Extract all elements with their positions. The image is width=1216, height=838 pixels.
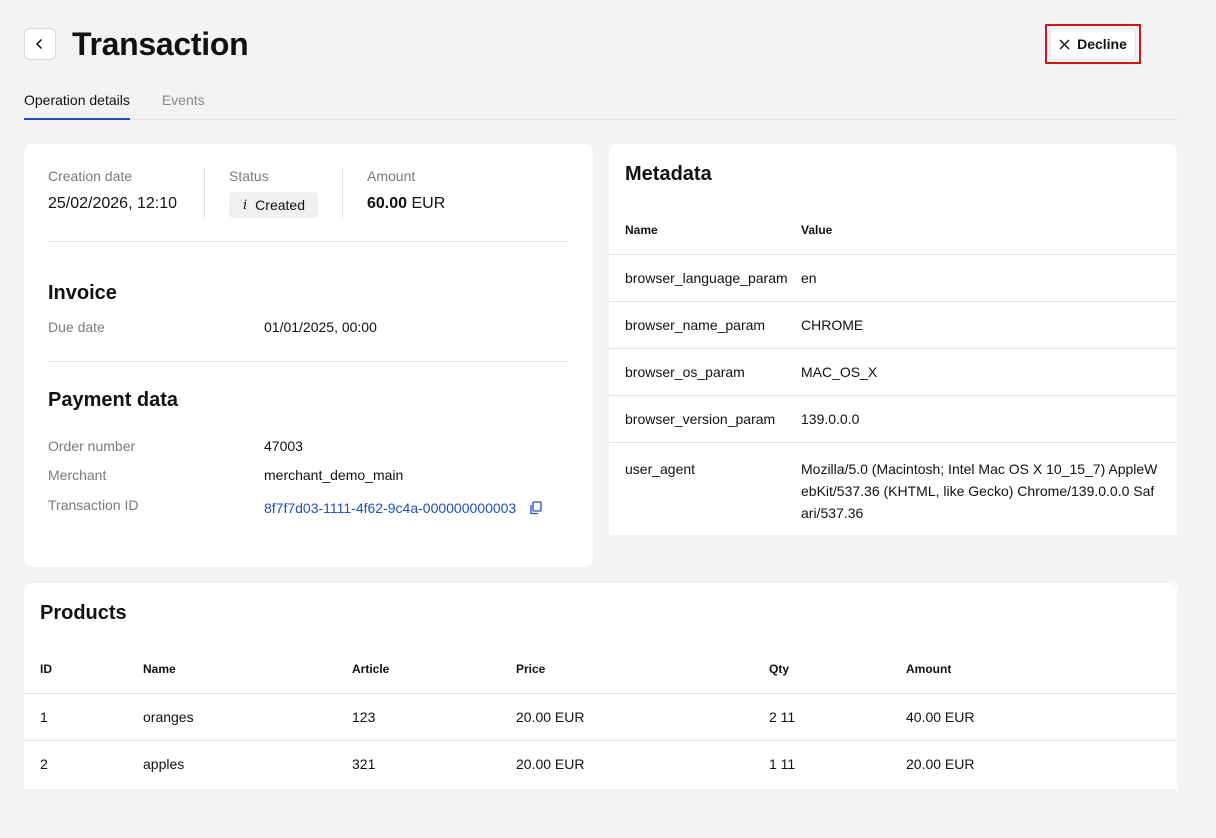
metadata-name: browser_language_param (609, 253, 801, 301)
product-article: 321 (352, 739, 516, 787)
amount-label: Amount (367, 168, 416, 184)
transaction-id-link[interactable]: 8f7f7d03-1111-4f62-9c4a-000000000003 (264, 499, 516, 517)
product-price: 20.00 EUR (516, 739, 769, 787)
column-header-value: Value (801, 222, 833, 237)
metadata-card: Metadata Name Value browser_language_par… (609, 144, 1177, 535)
column-header-name: Name (625, 222, 658, 237)
column-header-amount: Amount (906, 661, 952, 676)
divider (48, 361, 569, 362)
merchant-value: merchant_demo_main (264, 467, 404, 483)
page-header: Transaction Decline (24, 24, 1176, 64)
decline-label: Decline (1077, 36, 1127, 52)
tab-operation-details[interactable]: Operation details (24, 88, 130, 120)
column-header-article: Article (352, 661, 390, 676)
metadata-name: browser_os_param (609, 347, 801, 395)
info-icon: i (243, 197, 248, 213)
product-amount: 40.00 EUR (906, 692, 1177, 740)
creation-date-label: Creation date (48, 168, 133, 184)
table-row: browser_language_param en (609, 253, 1177, 301)
metadata-name: user_agent (609, 441, 801, 533)
metadata-table: Name Value browser_language_param en bro… (609, 206, 1177, 533)
amount-display: 60.00 EUR (367, 194, 445, 214)
table-row: browser_os_param MAC_OS_X (609, 347, 1177, 395)
product-name: oranges (143, 692, 352, 740)
column-header-name: Name (143, 661, 176, 676)
operation-card: Creation date 25/02/2026, 12:10 Status i… (24, 144, 593, 567)
metadata-name: browser_version_param (609, 394, 801, 442)
metadata-name: browser_name_param (609, 300, 801, 348)
summary-row: Creation date 25/02/2026, 12:10 Status i… (48, 168, 569, 242)
order-number-value: 47003 (264, 438, 303, 454)
creation-date-block: Creation date 25/02/2026, 12:10 (48, 168, 177, 214)
metadata-value: Mozilla/5.0 (Macintosh; Intel Mac OS X 1… (801, 441, 1177, 533)
copy-icon[interactable] (529, 501, 542, 515)
product-article: 123 (352, 692, 516, 740)
payment-data-title: Payment data (48, 389, 179, 411)
product-qty: 1 11 (769, 739, 906, 787)
products-table: ID Name Article Price Qty Amount 1 orang… (24, 645, 1177, 787)
product-qty: 2 11 (769, 692, 906, 740)
column-header-id: ID (40, 661, 52, 676)
product-price: 20.00 EUR (516, 692, 769, 740)
column-header-price: Price (516, 661, 546, 676)
amount-block: Amount 60.00 EUR (367, 168, 445, 214)
table-row: 1 oranges 123 20.00 EUR 2 11 40.00 EUR (24, 692, 1177, 740)
invoice-title: Invoice (48, 282, 117, 304)
table-row: 2 apples 321 20.00 EUR 1 11 20.00 EUR (24, 739, 1177, 787)
decline-highlight: Decline (1045, 24, 1141, 64)
products-card: Products ID Name Article Price Qty Amoun… (24, 583, 1177, 789)
decline-button[interactable]: Decline (1050, 28, 1136, 60)
products-title: Products (40, 602, 127, 624)
product-amount: 20.00 EUR (906, 739, 1177, 787)
due-date-value: 01/01/2025, 00:00 (264, 319, 377, 335)
divider (204, 168, 205, 218)
creation-date-value: 25/02/2026, 12:10 (48, 195, 178, 212)
tab-events[interactable]: Events (162, 88, 205, 120)
metadata-title: Metadata (625, 163, 712, 185)
metadata-value: 139.0.0.0 (801, 394, 1177, 442)
table-row: user_agent Mozilla/5.0 (Macintosh; Intel… (609, 441, 1177, 533)
divider (342, 168, 343, 218)
status-block: Status i Created (229, 168, 318, 218)
product-id: 1 (24, 692, 143, 740)
column-header-qty: Qty (769, 661, 790, 676)
metadata-value: en (801, 253, 1177, 301)
transaction-id-label: Transaction ID (48, 497, 139, 513)
product-id: 2 (24, 739, 143, 787)
status-label: Status (229, 168, 269, 184)
due-date-label: Due date (48, 319, 105, 335)
order-number-label: Order number (48, 438, 136, 454)
table-row: browser_version_param 139.0.0.0 (609, 394, 1177, 442)
product-name: apples (143, 739, 352, 787)
page-title: Transaction (72, 26, 249, 62)
metadata-value: MAC_OS_X (801, 347, 1177, 395)
tab-bar: Operation details Events (24, 88, 1177, 120)
table-header-row: ID Name Article Price Qty Amount (24, 645, 1177, 693)
back-button[interactable] (24, 28, 56, 60)
table-header-row: Name Value (609, 206, 1177, 254)
close-icon (1059, 39, 1070, 49)
status-value: Created (255, 197, 305, 213)
metadata-value: CHROME (801, 300, 1177, 348)
chevron-left-icon (35, 38, 43, 50)
amount-currency: EUR (411, 195, 446, 212)
merchant-label: Merchant (48, 467, 107, 483)
status-badge: i Created (229, 192, 318, 218)
amount-value: 60.00 (367, 195, 408, 212)
table-row: browser_name_param CHROME (609, 300, 1177, 348)
